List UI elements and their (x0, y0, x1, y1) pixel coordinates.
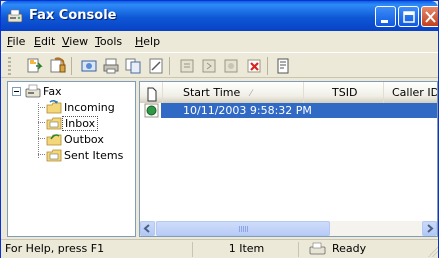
menu-tools-rest: ools (99, 35, 123, 48)
chevron-left-icon (143, 224, 150, 233)
table-row[interactable]: 10/11/2003 9:58:32 PM (140, 103, 437, 118)
tree-item-inbox[interactable]: Inbox (46, 115, 99, 131)
tree-line (38, 122, 45, 123)
status-ready: Ready (332, 242, 367, 255)
column-header-start-time[interactable]: Start Time ⁄ (163, 82, 304, 103)
scroll-thumb[interactable] (156, 221, 330, 236)
tree-label-incoming: Incoming (64, 100, 115, 114)
received-fax-icon (144, 103, 159, 118)
column-label-start-time: Start Time (183, 86, 241, 99)
tree-label-fax: Fax (43, 84, 62, 98)
tree-item-incoming[interactable]: Incoming (46, 99, 117, 115)
tree-line (38, 103, 39, 158)
cell-start-time: 10/11/2003 9:58:32 PM (183, 104, 312, 117)
scroll-left-button[interactable] (140, 221, 155, 236)
maximize-icon (403, 11, 415, 23)
send-to-icon[interactable] (222, 57, 240, 75)
inbox-folder-icon (46, 117, 62, 130)
page-icon (147, 87, 157, 102)
resize-grip[interactable] (428, 247, 438, 257)
view-icon[interactable] (80, 57, 98, 75)
menu-edit[interactable]: Edit (34, 35, 55, 48)
sort-indicator-icon: ⁄ (250, 89, 252, 99)
minimize-button[interactable] (375, 6, 396, 27)
status-item-count: 1 Item (195, 242, 299, 257)
list-header: Start Time ⁄ TSID Caller ID (140, 82, 437, 103)
properties-icon[interactable] (147, 57, 165, 75)
tree-label-inbox: Inbox (62, 115, 99, 131)
status-help-text: For Help, press F1 (5, 242, 193, 257)
menu-bar: File Edit View Tools Help (1, 31, 438, 51)
menu-view[interactable]: View (62, 35, 88, 48)
collapse-fax-toggle[interactable] (12, 87, 21, 96)
receive-fax-icon[interactable] (49, 57, 67, 75)
fax-console-window: Fax Console File Edit View Tools Help Fa… (0, 0, 439, 258)
toolbar (1, 52, 438, 78)
window-title: Fax Console (29, 8, 117, 23)
reply-icon[interactable] (178, 57, 196, 75)
toolbar-separator (169, 57, 170, 75)
tree-item-outbox[interactable]: Outbox (46, 131, 106, 147)
send-fax-icon[interactable] (25, 57, 43, 75)
print-icon[interactable] (102, 57, 120, 75)
outbox-folder-icon (46, 134, 62, 146)
horizontal-scrollbar[interactable] (140, 221, 437, 236)
toolbar-grip[interactable] (8, 57, 11, 75)
menu-edit-accel: E (34, 35, 41, 48)
fax-console-icon (7, 9, 23, 23)
close-icon (425, 11, 436, 23)
chevron-right-icon (427, 224, 434, 233)
status-bar: For Help, press F1 1 Item Ready (1, 239, 438, 258)
menu-file[interactable]: File (7, 35, 25, 48)
menu-help[interactable]: Help (135, 35, 160, 48)
tree-label-sent-items: Sent Items (64, 148, 124, 162)
status-ready-panel: Ready (307, 242, 427, 257)
cover-page-icon[interactable] (274, 57, 292, 75)
column-header-tsid[interactable]: TSID (304, 82, 384, 103)
fax-device-icon (309, 242, 326, 255)
menu-tools[interactable]: Tools (95, 35, 122, 48)
column-header-caller-id[interactable]: Caller ID (384, 82, 438, 103)
delete-icon[interactable] (245, 57, 263, 75)
tree-label-outbox: Outbox (64, 132, 104, 146)
sent-items-folder-icon (46, 149, 62, 162)
column-label-caller-id: Caller ID (392, 86, 438, 99)
fax-list-view[interactable]: Start Time ⁄ TSID Caller ID 10/11/2003 9:… (139, 81, 438, 237)
title-bar[interactable]: Fax Console (1, 1, 438, 31)
column-label-tsid: TSID (332, 86, 358, 99)
column-header-type[interactable] (140, 82, 163, 103)
tree-item-fax[interactable]: Fax (25, 83, 64, 99)
toolbar-separator (267, 57, 268, 75)
menu-help-rest: elp (143, 35, 161, 48)
toolbar-separator (71, 57, 72, 75)
incoming-folder-icon (46, 99, 62, 114)
tree-line (38, 107, 45, 108)
maximize-button[interactable] (398, 6, 419, 27)
close-button[interactable] (421, 6, 438, 27)
menu-view-rest: iew (69, 35, 89, 48)
scroll-thumb-grip (239, 226, 249, 232)
forward-icon[interactable] (200, 57, 218, 75)
copy-icon[interactable] (124, 57, 142, 75)
fax-icon (25, 84, 41, 98)
scroll-right-button[interactable] (422, 221, 437, 236)
minimize-icon (381, 20, 388, 23)
tree-item-sent-items[interactable]: Sent Items (46, 147, 125, 163)
menu-file-rest: ile (12, 35, 26, 48)
folder-tree[interactable]: Fax Incoming Inbox Outbox Sent Items (7, 81, 136, 237)
tree-line (38, 138, 45, 139)
menu-edit-rest: dit (40, 35, 56, 48)
tree-line (38, 154, 45, 155)
